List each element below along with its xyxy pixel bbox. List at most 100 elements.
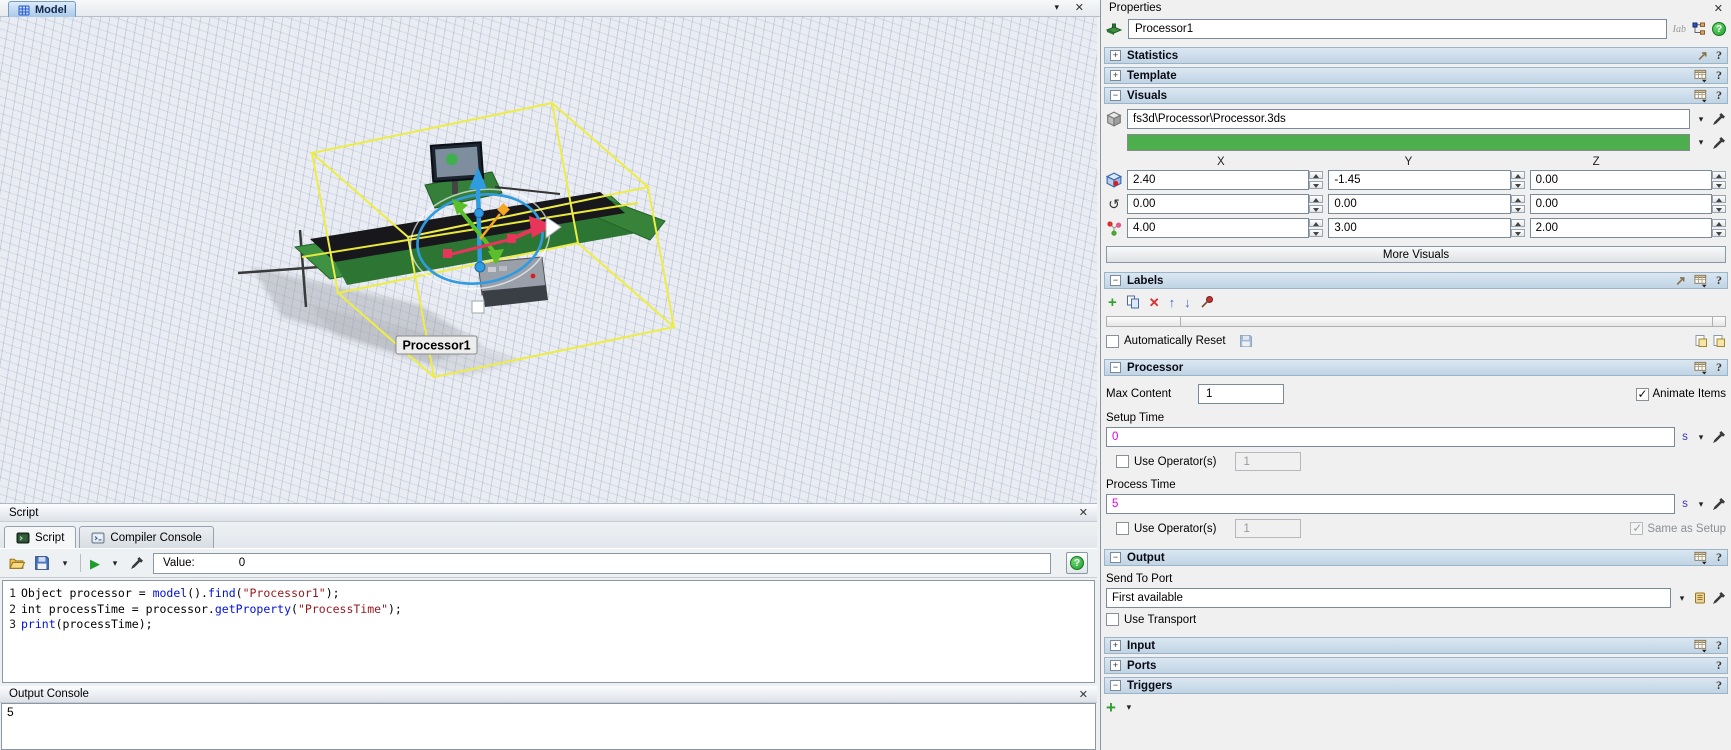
model-window-menu-icon[interactable]: ▾ xyxy=(1051,2,1063,13)
rotation-z-input[interactable] xyxy=(1529,194,1712,214)
model-window-close-icon[interactable]: ✕ xyxy=(1075,1,1084,14)
setup-time-sampler-icon[interactable] xyxy=(1712,430,1726,444)
section-help-icon[interactable]: ? xyxy=(1716,638,1722,653)
3d-viewport[interactable]: Processor1 xyxy=(0,17,1097,503)
code-editor[interactable]: 1 Object processor = model (). find("Proces… xyxy=(2,580,1095,683)
section-help-icon[interactable]: ? xyxy=(1716,658,1722,673)
output-console-content[interactable]: 5 xyxy=(1,703,1096,750)
position-x-input[interactable] xyxy=(1127,170,1310,190)
run-script-icon[interactable]: ▶ xyxy=(90,557,100,570)
position-z-spinner[interactable] xyxy=(1711,170,1726,190)
section-help-icon[interactable]: ? xyxy=(1716,273,1722,288)
paste-labels-icon[interactable] xyxy=(1712,334,1726,348)
run-dropdown-icon[interactable]: ▾ xyxy=(109,558,121,569)
sampler-icon[interactable] xyxy=(130,556,144,570)
position-y-spinner[interactable] xyxy=(1510,170,1525,190)
setup-use-operators-checkbox[interactable] xyxy=(1116,455,1129,468)
shape-dropdown-icon[interactable]: ▾ xyxy=(1695,114,1707,125)
section-statistics[interactable]: + Statistics ↗ ? xyxy=(1104,47,1728,64)
script-panel-close-icon[interactable]: ✕ xyxy=(1079,506,1088,519)
labels-table-value-column[interactable] xyxy=(1181,316,1713,327)
position-x-spinner[interactable] xyxy=(1309,170,1324,190)
labels-table-name-column[interactable] xyxy=(1106,316,1181,327)
copy-labels-icon[interactable] xyxy=(1694,334,1708,348)
position-z-input[interactable] xyxy=(1529,170,1712,190)
section-labels[interactable]: − Labels ↗ ? xyxy=(1104,272,1728,289)
pin-label-icon[interactable] xyxy=(1200,295,1214,309)
expand-icon[interactable]: + xyxy=(1110,660,1121,671)
auto-reset-checkbox[interactable] xyxy=(1106,334,1119,348)
size-z-spinner[interactable] xyxy=(1711,218,1726,238)
size-z-input[interactable] xyxy=(1529,218,1712,238)
add-trigger-icon[interactable]: + xyxy=(1106,699,1116,716)
color-sampler-icon[interactable] xyxy=(1712,136,1726,150)
pin-section-icon[interactable]: ↗ xyxy=(1697,49,1708,62)
table-view-icon[interactable] xyxy=(1694,551,1708,565)
rotation-x-input[interactable] xyxy=(1127,194,1310,214)
setup-time-input[interactable] xyxy=(1106,427,1675,447)
send-to-port-sampler-icon[interactable] xyxy=(1712,591,1726,605)
max-content-input[interactable] xyxy=(1198,384,1284,404)
rotation-y-spinner[interactable] xyxy=(1510,194,1525,214)
section-help-icon[interactable]: ? xyxy=(1716,550,1722,565)
send-to-port-dropdown-icon[interactable]: ▾ xyxy=(1676,593,1688,604)
section-help-icon[interactable]: ? xyxy=(1716,678,1722,693)
size-x-input[interactable] xyxy=(1127,218,1310,238)
send-to-port-input[interactable] xyxy=(1106,588,1671,608)
labels-table[interactable] xyxy=(1106,316,1726,327)
shape-sampler-icon[interactable] xyxy=(1712,112,1726,126)
delete-label-icon[interactable]: ✕ xyxy=(1149,296,1160,309)
section-help-icon[interactable]: ? xyxy=(1716,88,1722,103)
code-line[interactable]: 2 int processTime = processor. getProperty… xyxy=(3,602,1094,618)
shape-path-input[interactable] xyxy=(1127,109,1690,129)
expand-icon[interactable]: + xyxy=(1110,70,1121,81)
section-template[interactable]: + Template ? xyxy=(1104,67,1728,84)
more-visuals-button[interactable]: More Visuals xyxy=(1106,246,1726,263)
process-time-dropdown-icon[interactable]: ▾ xyxy=(1695,499,1707,510)
pin-section-icon[interactable]: ↗ xyxy=(1675,274,1686,287)
tab-compiler-console[interactable]: Compiler Console xyxy=(79,526,214,548)
section-input[interactable]: + Input ? xyxy=(1104,637,1728,654)
properties-help-icon[interactable]: ? xyxy=(1712,22,1726,36)
table-view-icon[interactable] xyxy=(1694,361,1708,375)
edit-name-icon[interactable]: Iab xyxy=(1673,24,1686,35)
table-view-icon[interactable] xyxy=(1694,274,1708,288)
rotation-y-input[interactable] xyxy=(1328,194,1511,214)
script-help-button[interactable]: ? xyxy=(1066,552,1088,574)
section-help-icon[interactable]: ? xyxy=(1716,68,1722,83)
move-label-up-icon[interactable]: ↑ xyxy=(1169,296,1176,309)
gizmo-drag-handle[interactable] xyxy=(471,300,485,314)
output-console-close-icon[interactable]: ✕ xyxy=(1079,688,1088,701)
collapse-icon[interactable]: − xyxy=(1110,275,1121,286)
section-processor[interactable]: − Processor ? xyxy=(1104,359,1728,376)
table-view-icon[interactable] xyxy=(1694,639,1708,653)
section-help-icon[interactable]: ? xyxy=(1716,360,1722,375)
setup-time-dropdown-icon[interactable]: ▾ xyxy=(1695,432,1707,443)
table-view-icon[interactable] xyxy=(1694,89,1708,103)
expand-icon[interactable]: + xyxy=(1110,640,1121,651)
code-template-icon[interactable] xyxy=(1693,591,1707,605)
save-dropdown-icon[interactable]: ▾ xyxy=(59,558,71,569)
expand-icon[interactable]: + xyxy=(1110,50,1121,61)
properties-close-icon[interactable]: ✕ xyxy=(1714,2,1723,15)
tab-script[interactable]: Script xyxy=(4,526,77,548)
duplicate-label-icon[interactable] xyxy=(1126,295,1140,309)
code-line[interactable]: 3 print (processTime); xyxy=(3,617,1094,633)
animate-items-checkbox[interactable] xyxy=(1635,387,1649,401)
process-time-input[interactable] xyxy=(1106,494,1675,514)
explore-tree-icon[interactable] xyxy=(1692,22,1706,36)
move-label-down-icon[interactable]: ↓ xyxy=(1184,296,1191,309)
tab-model[interactable]: Model xyxy=(8,1,76,17)
section-ports[interactable]: + Ports ? xyxy=(1104,657,1728,674)
table-view-icon[interactable] xyxy=(1694,69,1708,83)
size-x-spinner[interactable] xyxy=(1309,218,1324,238)
rotation-x-spinner[interactable] xyxy=(1309,194,1324,214)
open-file-icon[interactable] xyxy=(9,555,25,571)
size-y-input[interactable] xyxy=(1328,218,1511,238)
object-color-swatch[interactable] xyxy=(1127,134,1690,151)
section-output[interactable]: − Output ? xyxy=(1104,549,1728,566)
save-icon[interactable] xyxy=(34,555,50,571)
process-time-sampler-icon[interactable] xyxy=(1712,497,1726,511)
use-transport-checkbox[interactable] xyxy=(1106,613,1119,626)
process-use-operators-checkbox[interactable] xyxy=(1116,522,1129,535)
